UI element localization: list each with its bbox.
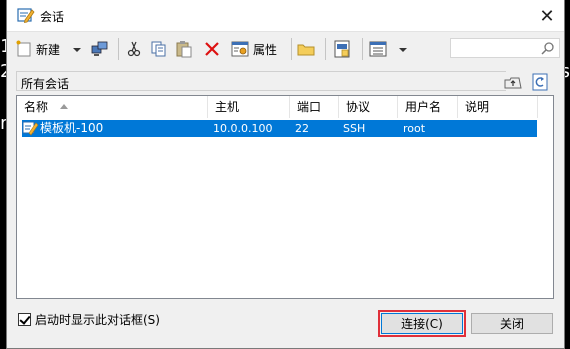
session-shortcut-button[interactable] bbox=[333, 37, 351, 61]
copy-icon bbox=[151, 41, 166, 57]
view-mode-button[interactable] bbox=[369, 37, 387, 61]
column-header-description[interactable]: 说明 bbox=[458, 96, 538, 118]
folder-up-icon[interactable] bbox=[504, 73, 522, 91]
list-header: 名称 主机 端口 协议 用户名 说明 bbox=[17, 96, 553, 118]
connect-button[interactable]: 连接(C) bbox=[381, 313, 463, 334]
paste-button[interactable] bbox=[175, 37, 193, 61]
new-session-label: 新建 bbox=[36, 42, 61, 57]
sessions-dialog: 会话 ✕ 新建 属性 所有会话 名称 主机 端口 协议 用户名 说明 模板机-1… bbox=[6, 0, 565, 349]
view-dropdown-button[interactable] bbox=[399, 37, 407, 61]
session-name: 模板机-100 bbox=[40, 121, 104, 135]
window-title: 会话 bbox=[40, 10, 65, 24]
folder-path: 所有会话 bbox=[21, 77, 70, 91]
toolbar-separator bbox=[118, 38, 119, 60]
list-view-icon bbox=[369, 41, 387, 57]
column-header-host[interactable]: 主机 bbox=[208, 96, 290, 118]
toolbar-separator bbox=[362, 38, 363, 60]
column-header-label: 端口 bbox=[297, 100, 322, 114]
search-input[interactable] bbox=[450, 38, 560, 58]
session-icon bbox=[22, 121, 39, 136]
properties-button[interactable]: 属性 bbox=[231, 37, 277, 61]
dropdown-arrow-icon bbox=[73, 48, 81, 52]
delete-button[interactable] bbox=[203, 37, 221, 61]
refresh-icon[interactable] bbox=[531, 73, 549, 91]
column-header-protocol[interactable]: 协议 bbox=[339, 96, 398, 118]
new-folder-button[interactable] bbox=[297, 37, 315, 61]
folder-icon bbox=[297, 44, 315, 56]
dropdown-arrow-icon bbox=[399, 48, 407, 52]
search-icon bbox=[541, 42, 554, 55]
session-manager-button[interactable] bbox=[91, 37, 109, 61]
toolbar-separator bbox=[325, 38, 326, 60]
column-header-label: 名称 bbox=[24, 100, 49, 114]
sessions-icon bbox=[17, 8, 35, 24]
paste-icon bbox=[176, 41, 192, 58]
sessions-list[interactable]: 名称 主机 端口 协议 用户名 说明 模板机-100 10.0.0.100 22… bbox=[16, 95, 554, 299]
show-on-startup-checkbox[interactable]: 启动时显示此对话框(S) bbox=[18, 311, 160, 328]
session-port: 22 bbox=[295, 122, 309, 135]
column-header-label: 说明 bbox=[465, 100, 490, 114]
new-dropdown-button[interactable] bbox=[73, 37, 81, 61]
delete-x-icon bbox=[205, 42, 219, 56]
sort-ascending-icon bbox=[60, 104, 69, 109]
close-window-button[interactable]: ✕ bbox=[530, 0, 564, 32]
close-button[interactable]: 关闭 bbox=[471, 313, 553, 334]
cut-button[interactable] bbox=[125, 37, 143, 61]
close-icon: ✕ bbox=[539, 5, 555, 27]
column-header-label: 用户名 bbox=[405, 100, 442, 114]
scissors-icon bbox=[127, 41, 141, 57]
copy-button[interactable] bbox=[150, 37, 168, 61]
session-username: root bbox=[403, 122, 426, 135]
column-header-label: 协议 bbox=[346, 100, 371, 114]
session-row[interactable]: 模板机-100 10.0.0.100 22 SSH root bbox=[22, 120, 537, 137]
properties-icon bbox=[231, 41, 249, 57]
title-bar: 会话 ✕ bbox=[7, 0, 564, 32]
checkbox-checked[interactable] bbox=[18, 313, 31, 326]
folder-path-bar: 所有会话 bbox=[16, 71, 506, 91]
column-header-label: 主机 bbox=[215, 100, 240, 114]
session-host: 10.0.0.100 bbox=[213, 122, 273, 135]
session-protocol: SSH bbox=[343, 122, 366, 135]
show-on-startup-label: 启动时显示此对话框(S) bbox=[35, 313, 160, 327]
column-header-port[interactable]: 端口 bbox=[290, 96, 339, 118]
session-shortcut-icon bbox=[334, 40, 350, 58]
column-header-name[interactable]: 名称 bbox=[17, 96, 208, 118]
new-icon bbox=[16, 40, 31, 57]
toolbar: 新建 属性 bbox=[7, 33, 564, 65]
new-session-button[interactable]: 新建 bbox=[15, 37, 60, 61]
column-header-username[interactable]: 用户名 bbox=[398, 96, 458, 118]
toolbar-separator bbox=[291, 38, 292, 60]
computers-icon bbox=[91, 41, 108, 56]
properties-label: 属性 bbox=[253, 42, 278, 57]
